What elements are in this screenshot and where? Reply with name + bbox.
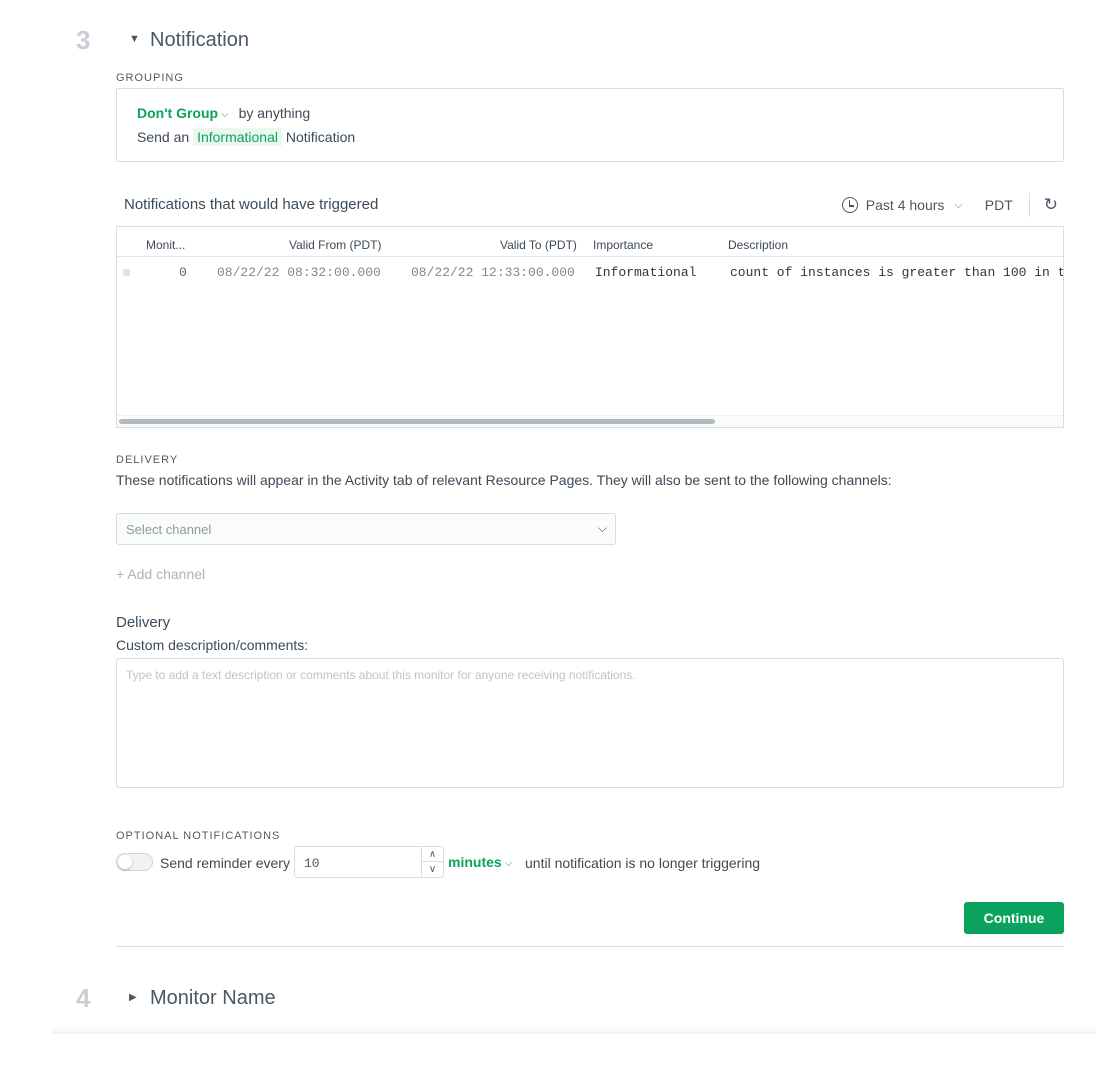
channel-select[interactable]: Select channel ⌵ bbox=[116, 513, 616, 545]
reminder-toggle[interactable] bbox=[116, 853, 153, 871]
table-header: Monit... Valid From (PDT) Valid To (PDT)… bbox=[117, 227, 1063, 257]
column-header-importance[interactable]: Importance bbox=[593, 238, 653, 252]
toolbar-divider bbox=[1028, 193, 1030, 217]
grouping-line: Don't Group ⌵ by anything bbox=[137, 105, 310, 121]
table-row[interactable]: 0 08/22/22 08:32:00.000 08/22/22 12:33:0… bbox=[117, 257, 1063, 287]
reminder-interval-input[interactable]: 10 ∧ ∨ bbox=[294, 846, 444, 878]
cell-valid-from: 08/22/22 08:32:00.000 bbox=[217, 265, 381, 280]
expand-caret-icon[interactable]: ▶ bbox=[129, 992, 137, 1003]
importance-selector[interactable]: Informational bbox=[193, 128, 282, 146]
column-header-monitor[interactable]: Monit... bbox=[146, 238, 185, 252]
send-prefix: Send an bbox=[137, 129, 190, 145]
refresh-icon[interactable]: ↻ bbox=[1044, 195, 1058, 215]
custom-description-input[interactable] bbox=[116, 658, 1064, 788]
group-suffix: by anything bbox=[238, 105, 311, 121]
reminder-label: Send reminder every bbox=[160, 855, 290, 871]
chevron-down-icon: ⌵ bbox=[221, 109, 229, 120]
bottom-shadow bbox=[52, 1024, 1096, 1034]
step-number: 4 bbox=[76, 983, 91, 1013]
cell-description: count of instances is greater than 100 i… bbox=[730, 265, 1063, 280]
timezone-selector[interactable]: PDT bbox=[985, 197, 1013, 213]
optional-notifications-label: OPTIONAL NOTIFICATIONS bbox=[116, 830, 281, 842]
group-by-dropdown[interactable]: Don't Group ⌵ bbox=[137, 105, 229, 121]
channel-select-placeholder: Select channel bbox=[126, 522, 212, 537]
step-number: 3 bbox=[76, 25, 91, 55]
toggle-knob bbox=[118, 855, 132, 869]
cell-monitor: 0 bbox=[179, 265, 187, 280]
collapse-caret-icon[interactable]: ▼ bbox=[129, 33, 140, 45]
send-line: Send an Informational Notification bbox=[137, 128, 356, 146]
cell-valid-to: 08/22/22 12:33:00.000 bbox=[411, 265, 575, 280]
scrollbar-thumb[interactable] bbox=[119, 419, 715, 424]
reminder-interval-value: 10 bbox=[304, 856, 320, 871]
unit-dropdown[interactable]: minutes ⌵ bbox=[448, 854, 512, 870]
chevron-down-icon[interactable]: ⌵ bbox=[954, 199, 962, 212]
step-title[interactable]: Notification bbox=[150, 29, 249, 52]
chevron-down-icon[interactable]: ∨ bbox=[422, 862, 443, 877]
add-channel-button[interactable]: + Add channel bbox=[116, 566, 205, 582]
custom-description-label: Custom description/comments: bbox=[116, 637, 309, 653]
unit-label: minutes bbox=[448, 854, 502, 870]
chevron-up-icon[interactable]: ∧ bbox=[422, 847, 443, 862]
notifications-table: Monit... Valid From (PDT) Valid To (PDT)… bbox=[116, 226, 1064, 428]
chevron-down-icon: ⌵ bbox=[597, 521, 607, 535]
delivery-description: These notifications will appear in the A… bbox=[116, 472, 892, 488]
interval-stepper[interactable]: ∧ ∨ bbox=[421, 847, 443, 877]
column-header-valid-from[interactable]: Valid From (PDT) bbox=[289, 238, 381, 252]
grouping-box: Don't Group ⌵ by anything Send an Informa… bbox=[116, 88, 1064, 162]
column-header-description[interactable]: Description bbox=[728, 238, 788, 252]
chevron-down-icon: ⌵ bbox=[504, 858, 513, 869]
section-divider bbox=[116, 946, 1064, 947]
grouping-label: GROUPING bbox=[116, 72, 184, 84]
cell-importance: Informational bbox=[595, 265, 697, 280]
triggered-title: Notifications that would have triggered bbox=[124, 196, 379, 213]
send-suffix: Notification bbox=[285, 129, 356, 145]
until-text: until notification is no longer triggeri… bbox=[525, 855, 761, 871]
delivery-heading: Delivery bbox=[116, 614, 171, 631]
step-title[interactable]: Monitor Name bbox=[150, 987, 276, 1010]
horizontal-scrollbar[interactable] bbox=[117, 415, 1063, 427]
delivery-label: DELIVERY bbox=[116, 454, 179, 466]
column-header-valid-to[interactable]: Valid To (PDT) bbox=[500, 238, 577, 252]
time-range-dropdown[interactable]: Past 4 hours bbox=[866, 197, 945, 213]
row-checkbox[interactable] bbox=[123, 269, 130, 276]
time-controls: Past 4 hours ⌵ PDT ↻ bbox=[841, 193, 1058, 217]
clock-icon bbox=[841, 197, 858, 213]
continue-button[interactable]: Continue bbox=[964, 902, 1064, 934]
